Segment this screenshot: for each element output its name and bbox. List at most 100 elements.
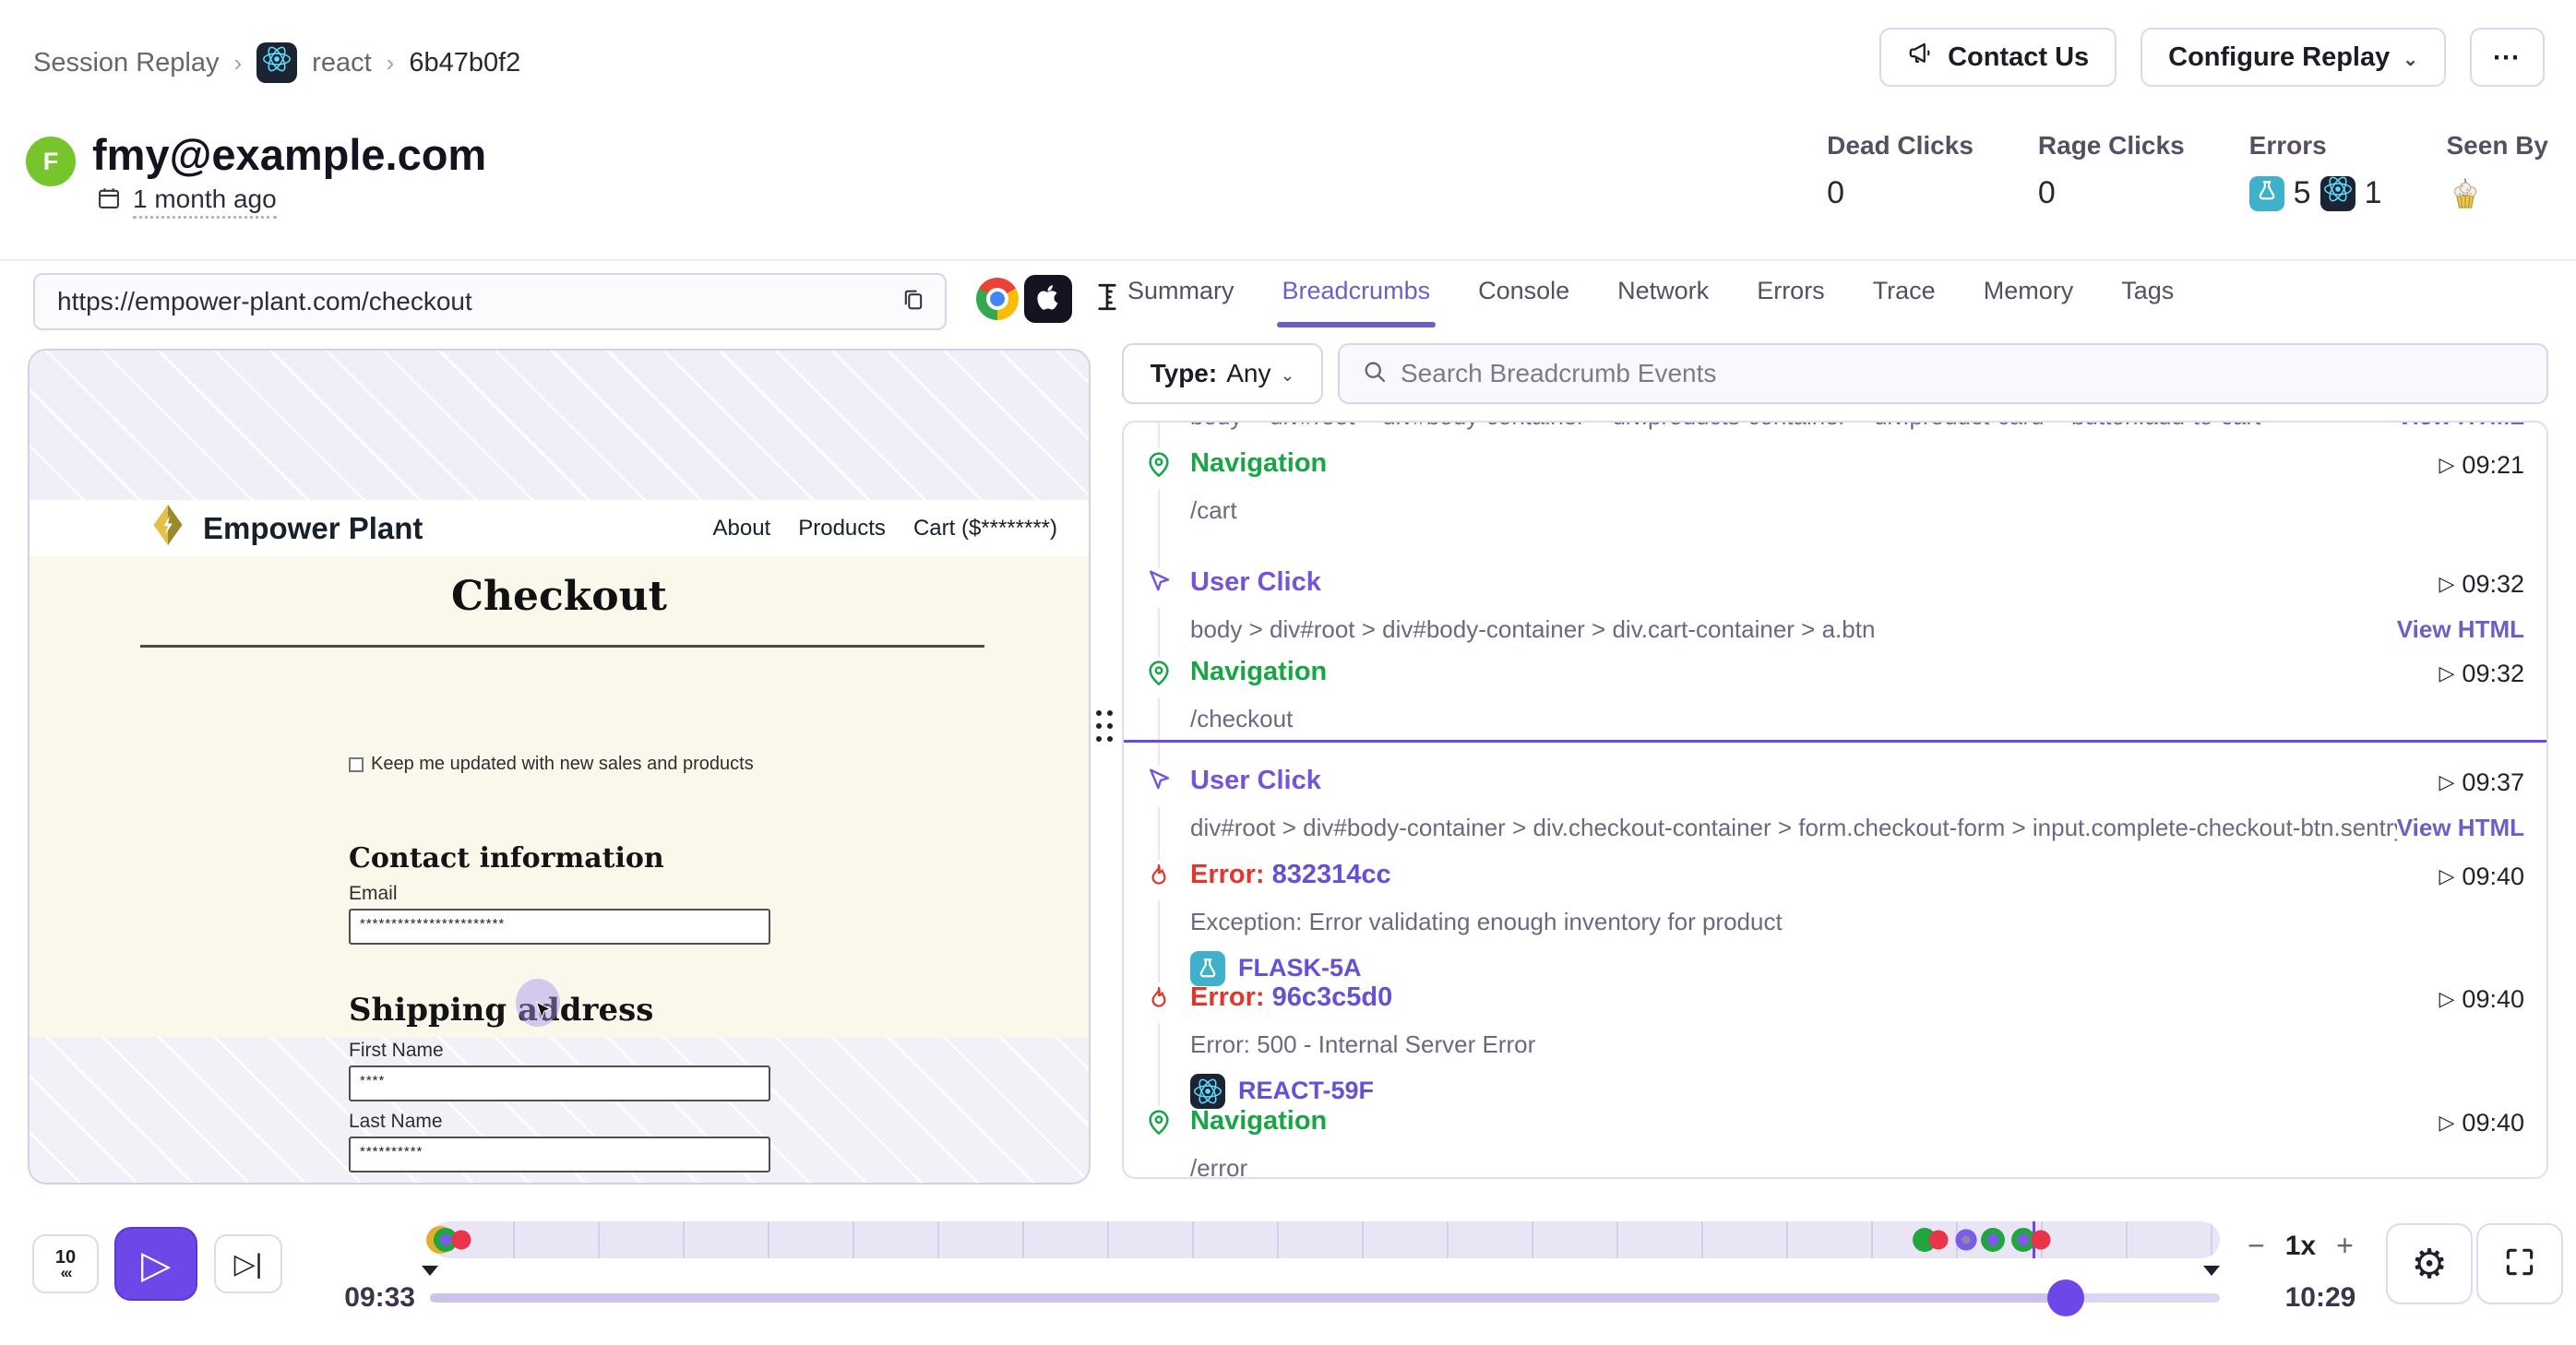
view-html-link[interactable]: View HTML (2397, 814, 2524, 842)
preview-site-header: Empower Plant AboutProductsCart ($******… (30, 500, 1089, 556)
tab-errors[interactable]: Errors (1757, 277, 1825, 326)
issue-id[interactable]: FLASK-5A (1238, 954, 1362, 982)
breadcrumb-event-row[interactable]: Navigation▷09:21/cart (1124, 448, 2546, 525)
page-title-user-email: fmy@example.com (92, 129, 486, 180)
preview-nav-item: Cart ($********) (913, 516, 1057, 542)
flask-error-count: 5 (2294, 175, 2311, 211)
preview-contact-heading: Contact information (349, 842, 664, 875)
speed-increase-button[interactable]: + (2336, 1229, 2354, 1263)
timeline-click-marker[interactable] (1986, 1234, 1998, 1246)
timeline-error-marker[interactable] (2032, 1231, 2051, 1250)
timeline-window-start-marker[interactable] (422, 1266, 438, 1276)
navigation-event-icon (1140, 1106, 1177, 1147)
speed-decrease-button[interactable]: − (2248, 1229, 2265, 1263)
timeline-click-marker[interactable] (2017, 1234, 2029, 1246)
react-platform-icon (1190, 1074, 1225, 1109)
play-button[interactable]: ▷ (114, 1227, 197, 1301)
issue-badge[interactable]: FLASK-5A (1190, 951, 2524, 986)
tab-summary[interactable]: Summary (1127, 277, 1234, 326)
preview-newsletter-checkbox (349, 757, 364, 772)
view-html-link[interactable]: View HTML (2397, 421, 2524, 431)
event-timestamp[interactable]: ▷09:21 (2439, 451, 2525, 480)
timeline-click-marker[interactable] (440, 1234, 452, 1246)
breadcrumb-project[interactable]: react (312, 48, 371, 78)
tab-network[interactable]: Network (1617, 277, 1709, 326)
search-input[interactable] (1401, 359, 2524, 388)
replay-canvas[interactable]: Empower Plant AboutProductsCart ($******… (28, 349, 1091, 1184)
breadcrumb: Session Replay › react › 6b47b0f2 (33, 42, 520, 83)
event-description: /checkout (1190, 705, 2524, 733)
preview-site-nav: AboutProductsCart ($********) (713, 516, 1058, 542)
event-timestamp[interactable]: ▷09:32 (2439, 660, 2525, 688)
breadcrumb-event-row[interactable]: Error: 96c3c5d0 ▷09:40 Error: 500 - Intern… (1124, 982, 2546, 1109)
copy-url-icon[interactable] (900, 287, 926, 317)
type-filter-button[interactable]: Type: Any ⌄ (1122, 343, 1323, 404)
breadcrumb-event-row[interactable]: body > div#root > div#body-container > d… (1124, 421, 2546, 431)
breadcrumb-event-list: body > div#root > div#body-container > d… (1122, 421, 2548, 1179)
play-from-here-icon: ▷ (2439, 1111, 2455, 1135)
flask-platform-icon (2249, 176, 2284, 211)
fullscreen-button[interactable] (2476, 1223, 2563, 1304)
click-event-icon (1140, 766, 1177, 806)
tab-tags[interactable]: Tags (2121, 277, 2174, 326)
event-title: User Click (1190, 567, 1321, 598)
breadcrumb-event-row[interactable]: User Click ▷09:32 body > div#root > div#bo… (1124, 567, 2546, 644)
timeline-window-end-marker[interactable] (2203, 1266, 2220, 1276)
event-timestamp[interactable]: ▷09:32 (2439, 570, 2525, 599)
tab-memory[interactable]: Memory (1984, 277, 2074, 326)
issue-badge[interactable]: REACT-59F (1190, 1074, 2524, 1109)
timeline-error-marker[interactable] (451, 1231, 471, 1250)
end-time: 10:29 (2270, 1282, 2371, 1314)
timeline-scrubber[interactable] (430, 1293, 2220, 1303)
megaphone-icon (1907, 40, 1935, 75)
preview-email-label: Email (349, 883, 398, 905)
timeline-track[interactable] (430, 1221, 2220, 1258)
more-options-button[interactable]: ⋯ (2470, 28, 2545, 87)
breadcrumb-event-row[interactable]: User Click▷09:37div#root > div#body-cont… (1124, 766, 2546, 842)
panel-resize-handle[interactable] (1096, 710, 1116, 747)
breadcrumb-session-replay[interactable]: Session Replay (33, 48, 220, 78)
event-timestamp[interactable]: ▷09:40 (2439, 1109, 2525, 1137)
header-divider (0, 259, 2576, 261)
tab-trace[interactable]: Trace (1873, 277, 1936, 326)
scrubber-handle[interactable] (2047, 1280, 2084, 1316)
breadcrumb-event-row[interactable]: Navigation▷09:32/checkout (1124, 657, 2546, 733)
navigation-event-icon (1140, 657, 1177, 697)
play-from-here-icon: ▷ (2439, 453, 2455, 477)
tab-breadcrumbs[interactable]: Breadcrumbs (1282, 277, 1431, 326)
preview-checkout-title: Checkout (30, 573, 1089, 620)
speed-controls: − 1x + (2248, 1229, 2354, 1263)
preview-last-name-label: Last Name (349, 1111, 443, 1133)
timeline-click-marker[interactable] (1955, 1230, 1976, 1251)
session-replay-page: Session Replay › react › 6b47b0f2 Contac… (0, 0, 2576, 1345)
event-description: /error (1190, 1154, 2524, 1180)
rewind-10s-button[interactable]: 10 ‹‹‹ (32, 1234, 99, 1293)
skip-to-end-button[interactable]: ▷| (214, 1234, 282, 1293)
event-timestamp[interactable]: ▷09:37 (2439, 768, 2525, 797)
event-timestamp[interactable]: ▷09:40 (2439, 985, 2525, 1014)
event-title: Error: 96c3c5d0 (1190, 982, 1392, 1013)
issue-id[interactable]: REACT-59F (1238, 1077, 1374, 1105)
event-timestamp[interactable]: ▷09:40 (2439, 863, 2525, 891)
cupcake-avatar-icon (2447, 175, 2484, 220)
event-description: body > div#root > div#body-container > d… (1190, 615, 2397, 644)
preview-first-name-label: First Name (349, 1040, 444, 1062)
view-html-link[interactable]: View HTML (2397, 615, 2524, 644)
apple-os-icon (1024, 275, 1072, 323)
tab-console[interactable]: Console (1478, 277, 1569, 326)
contact-us-button[interactable]: Contact Us (1879, 28, 2117, 87)
breadcrumb-event-row[interactable]: Error: 832314cc▷09:40Exception: Error va… (1124, 860, 2546, 986)
chevron-right-icon: › (387, 49, 395, 77)
replay-stats: Dead Clicks 0 Rage Clicks 0 Errors 5 1 S… (1827, 131, 2548, 220)
settings-button[interactable]: ⚙ (2386, 1223, 2473, 1304)
timeline-error-marker[interactable] (1929, 1231, 1949, 1250)
event-description: Error: 500 - Internal Server Error (1190, 1030, 2524, 1059)
empower-plant-logo-icon (148, 503, 188, 554)
flask-platform-icon (1190, 951, 1225, 986)
react-platform-icon (2320, 176, 2355, 211)
time-ago[interactable]: 1 month ago (133, 184, 277, 219)
configure-replay-button[interactable]: Configure Replay ⌄ (2141, 28, 2446, 87)
user-avatar: F (26, 137, 76, 186)
breadcrumb-event-row[interactable]: Navigation▷09:40/error (1124, 1106, 2546, 1179)
react-error-count: 1 (2365, 175, 2382, 211)
